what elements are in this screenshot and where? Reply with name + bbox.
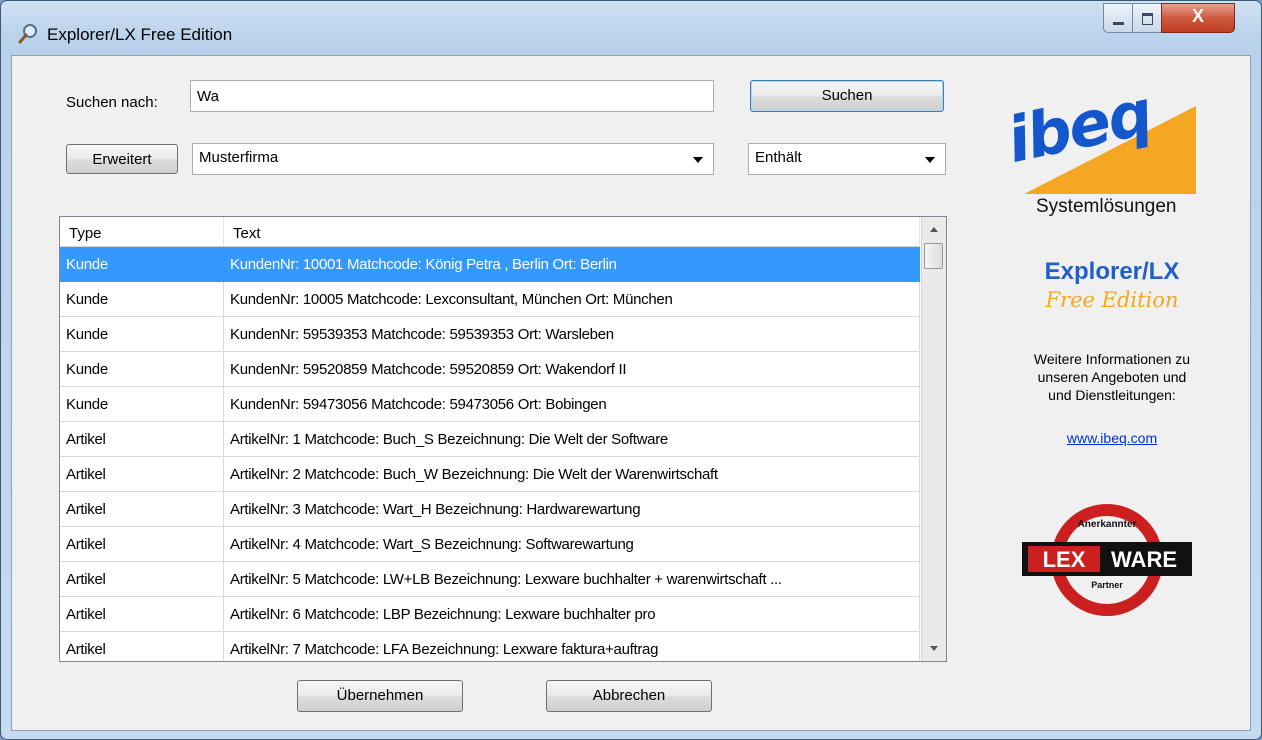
cancel-button[interactable]: Abbrechen: [546, 680, 712, 712]
table-row[interactable]: Artikel ArtikelNr: 3 Matchcode: Wart_H Be…: [60, 492, 920, 527]
table-row[interactable]: Artikel ArtikelNr: 7 Matchcode: LFA Bezei…: [60, 632, 920, 661]
client-area: Suchen nach: Suchen Erweitert Musterfirm…: [11, 55, 1251, 731]
cell-type: Artikel: [60, 632, 224, 661]
minimize-button[interactable]: [1103, 3, 1133, 33]
cell-type: Artikel: [60, 492, 224, 526]
badge-lex: LEX: [1043, 547, 1086, 572]
cell-text: ArtikelNr: 6 Matchcode: LBP Bezeichnung:…: [224, 597, 920, 631]
column-header-type[interactable]: Type: [60, 217, 224, 246]
cell-text: KundenNr: 59520859 Matchcode: 59520859 O…: [224, 352, 920, 386]
table-row[interactable]: Artikel ArtikelNr: 1 Matchcode: Buch_S Be…: [60, 422, 920, 457]
table-row[interactable]: Kunde KundenNr: 10005 Matchcode: Lexconsu…: [60, 282, 920, 317]
match-mode-select[interactable]: Enthält: [748, 143, 946, 175]
cell-text: KundenNr: 10001 Matchcode: König Petra ,…: [224, 247, 920, 281]
advanced-button[interactable]: Erweitert: [66, 144, 178, 174]
table-row[interactable]: Kunde KundenNr: 59520859 Matchcode: 59520…: [60, 352, 920, 387]
grid-rows: Kunde KundenNr: 10001 Matchcode: König Pe…: [60, 247, 920, 661]
table-row[interactable]: Kunde KundenNr: 59473056 Matchcode: 59473…: [60, 387, 920, 422]
info-line: unseren Angeboten und: [1037, 369, 1187, 385]
chevron-down-icon: [925, 157, 935, 163]
title-bar[interactable]: Explorer/LX Free Edition X: [1, 1, 1261, 55]
cell-type: Kunde: [60, 247, 224, 281]
accept-button[interactable]: Übernehmen: [297, 680, 463, 712]
lexware-partner-badge: LEX WARE Anerkannter Partner: [1022, 504, 1192, 616]
cell-type: Kunde: [60, 387, 224, 421]
info-line: Weitere Informationen zu: [1033, 351, 1191, 367]
info-line: und Dienstleitungen:: [1048, 387, 1176, 403]
search-label: Suchen nach:: [66, 94, 158, 111]
cell-text: ArtikelNr: 7 Matchcode: LFA Bezeichnung:…: [224, 632, 920, 661]
chevron-down-icon: [693, 157, 703, 163]
table-row[interactable]: Artikel ArtikelNr: 6 Matchcode: LBP Bezei…: [60, 597, 920, 632]
product-edition: Free Edition: [1045, 288, 1179, 312]
cell-text: ArtikelNr: 5 Matchcode: LW+LB Bezeichnun…: [224, 562, 920, 596]
badge-top: Anerkannter: [1078, 519, 1137, 530]
badge-ware: WARE: [1111, 547, 1177, 572]
ibeq-logo: ibeq Systemlösungen: [1001, 76, 1212, 217]
vertical-scrollbar[interactable]: [921, 217, 946, 661]
logo-subtitle: Systemlösungen: [1036, 196, 1177, 217]
search-input[interactable]: [190, 80, 714, 112]
table-row[interactable]: Artikel ArtikelNr: 2 Matchcode: Buch_W Be…: [60, 457, 920, 492]
magnifier-icon: [18, 24, 37, 44]
cell-type: Artikel: [60, 457, 224, 491]
cell-type: Kunde: [60, 352, 224, 386]
scroll-up-icon[interactable]: [922, 217, 946, 241]
badge-bottom: Partner: [1091, 580, 1123, 590]
table-row[interactable]: Artikel ArtikelNr: 4 Matchcode: Wart_S Be…: [60, 527, 920, 562]
app-window: Explorer/LX Free Edition X Suchen nach: …: [0, 0, 1262, 740]
table-row[interactable]: Kunde KundenNr: 59539353 Matchcode: 59539…: [60, 317, 920, 352]
cell-text: ArtikelNr: 2 Matchcode: Buch_W Bezeichnu…: [224, 457, 920, 491]
search-button[interactable]: Suchen: [750, 80, 944, 112]
cell-text: KundenNr: 59539353 Matchcode: 59539353 O…: [224, 317, 920, 351]
website-link[interactable]: www.ibeq.com: [997, 430, 1227, 446]
match-mode-value: Enthält: [755, 149, 802, 166]
column-header-text[interactable]: Text: [224, 217, 920, 246]
cell-text: ArtikelNr: 1 Matchcode: Buch_S Bezeichnu…: [224, 422, 920, 456]
cell-type: Kunde: [60, 282, 224, 316]
results-grid[interactable]: Type Text Kunde KundenNr: 10001 Matchcode…: [59, 216, 947, 662]
cell-type: Artikel: [60, 527, 224, 561]
window-title: Explorer/LX Free Edition: [47, 25, 233, 44]
scroll-down-icon[interactable]: [922, 637, 946, 661]
product-title: Explorer/LX: [1044, 258, 1180, 285]
table-row[interactable]: Artikel ArtikelNr: 5 Matchcode: LW+LB Bez…: [60, 562, 920, 597]
table-row[interactable]: Kunde KundenNr: 10001 Matchcode: König Pe…: [60, 247, 920, 282]
grid-header: Type Text: [60, 217, 920, 247]
close-button[interactable]: X: [1161, 3, 1235, 33]
scroll-thumb[interactable]: [924, 243, 943, 269]
cell-text: ArtikelNr: 3 Matchcode: Wart_H Bezeichnu…: [224, 492, 920, 526]
company-select[interactable]: Musterfirma: [192, 143, 714, 175]
cell-type: Kunde: [60, 317, 224, 351]
cell-text: KundenNr: 10005 Matchcode: Lexconsultant…: [224, 282, 920, 316]
info-text: Weitere Informationen zu unseren Angebot…: [997, 350, 1227, 404]
maximize-button[interactable]: [1132, 3, 1162, 33]
cell-type: Artikel: [60, 597, 224, 631]
company-select-value: Musterfirma: [199, 149, 279, 166]
cell-type: Artikel: [60, 422, 224, 456]
close-icon: X: [1191, 6, 1204, 26]
cell-type: Artikel: [60, 562, 224, 596]
cell-text: KundenNr: 59473056 Matchcode: 59473056 O…: [224, 387, 920, 421]
cell-text: ArtikelNr: 4 Matchcode: Wart_S Bezeichnu…: [224, 527, 920, 561]
